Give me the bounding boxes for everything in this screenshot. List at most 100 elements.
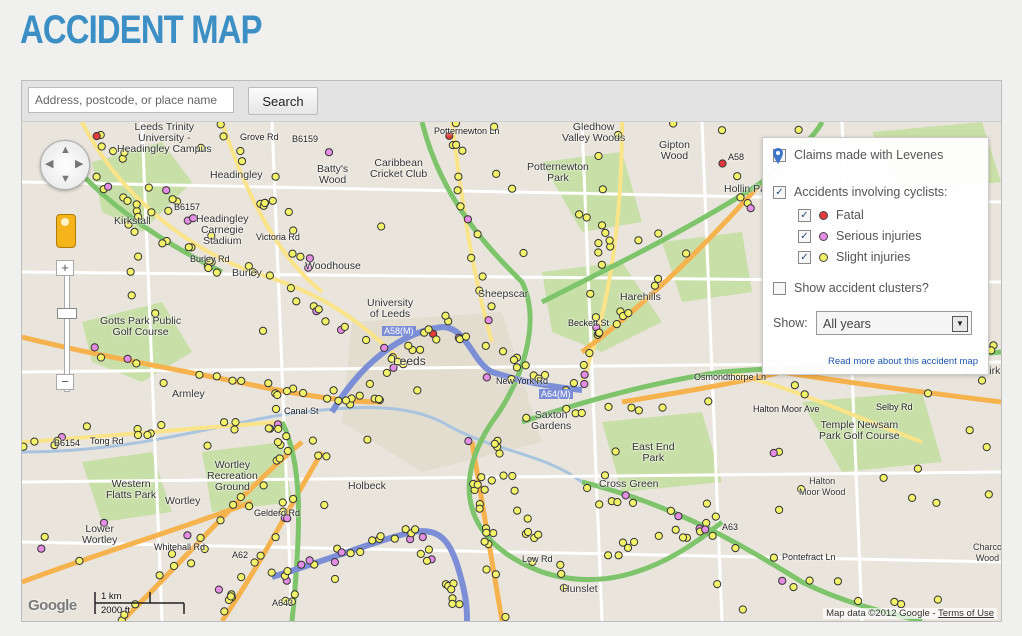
accident-marker[interactable] — [733, 172, 742, 181]
accident-marker[interactable] — [304, 263, 313, 272]
accident-marker[interactable] — [377, 222, 386, 231]
accident-marker[interactable] — [923, 389, 933, 398]
accident-marker[interactable] — [212, 268, 221, 277]
accident-marker[interactable] — [130, 227, 139, 237]
accident-marker[interactable] — [416, 549, 425, 558]
accident-marker[interactable] — [144, 183, 153, 192]
accident-marker[interactable] — [196, 533, 205, 542]
accident-marker[interactable] — [341, 396, 351, 405]
accident-marker[interactable] — [207, 231, 216, 240]
accident-marker[interactable] — [126, 267, 135, 276]
accident-marker[interactable] — [363, 435, 372, 444]
accident-marker[interactable] — [305, 556, 314, 565]
accident-marker[interactable] — [268, 196, 277, 205]
accident-marker[interactable] — [611, 447, 620, 456]
pan-up-icon[interactable]: ▲ — [60, 145, 71, 156]
accident-marker[interactable] — [158, 239, 167, 248]
accident-marker[interactable] — [701, 525, 710, 534]
accident-marker[interactable] — [448, 599, 457, 608]
accident-marker[interactable] — [330, 558, 339, 567]
zoom-slider-thumb[interactable] — [57, 308, 77, 319]
accident-marker[interactable] — [271, 404, 281, 414]
accident-marker[interactable] — [256, 551, 265, 560]
accident-marker[interactable] — [245, 502, 254, 511]
accident-marker[interactable] — [491, 570, 500, 579]
accident-marker[interactable] — [132, 359, 141, 368]
accident-marker[interactable] — [264, 379, 273, 388]
accident-marker[interactable] — [897, 600, 906, 609]
accident-marker[interactable] — [96, 353, 106, 362]
zoom-in-button[interactable]: + — [56, 260, 74, 276]
accident-marker[interactable] — [422, 556, 432, 565]
accident-marker[interactable] — [797, 485, 806, 494]
accident-marker[interactable] — [674, 512, 683, 521]
accident-marker[interactable] — [913, 464, 923, 473]
accident-marker[interactable] — [196, 143, 205, 152]
accident-marker[interactable] — [508, 184, 517, 193]
accident-marker[interactable] — [164, 206, 173, 216]
accident-marker[interactable] — [671, 525, 680, 534]
accident-marker[interactable] — [329, 386, 338, 395]
accident-marker[interactable] — [480, 537, 489, 546]
accident-marker[interactable] — [512, 363, 521, 372]
accident-marker[interactable] — [490, 439, 499, 448]
accident-marker[interactable] — [214, 585, 223, 594]
accident-marker[interactable] — [413, 386, 422, 395]
accident-marker[interactable] — [297, 560, 306, 569]
accident-marker[interactable] — [630, 537, 639, 547]
google-logo[interactable]: Google — [28, 597, 77, 614]
accident-marker[interactable] — [323, 394, 332, 403]
accident-marker[interactable] — [40, 532, 49, 541]
accident-marker[interactable] — [833, 577, 843, 586]
accident-marker[interactable] — [977, 376, 987, 385]
accident-marker[interactable] — [337, 548, 346, 557]
accident-marker[interactable] — [424, 325, 433, 334]
accident-marker[interactable] — [585, 349, 594, 358]
accident-marker[interactable] — [463, 215, 472, 224]
accident-marker[interactable] — [461, 332, 471, 341]
accident-marker[interactable] — [340, 322, 349, 331]
accident-marker[interactable] — [654, 531, 663, 540]
accident-marker[interactable] — [187, 559, 196, 568]
accident-marker[interactable] — [455, 600, 464, 609]
accident-marker[interactable] — [228, 376, 237, 385]
accident-marker[interactable] — [75, 556, 84, 565]
accident-marker[interactable] — [308, 436, 317, 445]
accident-marker[interactable] — [365, 379, 374, 388]
accident-marker[interactable] — [984, 490, 993, 499]
read-more-link[interactable]: Read more about this accident map — [828, 356, 978, 367]
accident-marker[interactable] — [473, 480, 482, 489]
accident-marker[interactable] — [521, 361, 530, 370]
accident-marker[interactable] — [522, 413, 531, 422]
accident-marker[interactable] — [99, 518, 109, 527]
accident-marker[interactable] — [597, 260, 607, 269]
accident-marker[interactable] — [288, 249, 297, 258]
accident-marker[interactable] — [746, 204, 755, 213]
accident-marker[interactable] — [134, 252, 143, 261]
accident-marker[interactable] — [487, 476, 496, 485]
accident-marker[interactable] — [453, 186, 462, 195]
accident-marker[interactable] — [769, 553, 779, 562]
accident-marker[interactable] — [456, 202, 465, 211]
accident-marker[interactable] — [890, 597, 899, 606]
legend-slight-row[interactable]: ✓ Slight injuries — [798, 250, 910, 264]
accident-marker[interactable] — [618, 538, 628, 547]
accident-marker[interactable] — [562, 404, 571, 413]
accident-marker[interactable] — [736, 193, 745, 202]
pan-right-icon[interactable]: ▶ — [75, 159, 83, 170]
accident-marker[interactable] — [778, 576, 787, 585]
accident-marker[interactable] — [475, 286, 484, 295]
accident-marker[interactable] — [284, 207, 293, 217]
fatal-checkbox[interactable]: ✓ — [798, 208, 811, 222]
accident-marker[interactable] — [283, 567, 292, 576]
accident-marker[interactable] — [258, 326, 268, 335]
accident-marker[interactable] — [104, 182, 113, 191]
accident-marker[interactable] — [441, 311, 450, 320]
accident-marker[interactable] — [634, 406, 644, 415]
accident-marker[interactable] — [713, 580, 722, 589]
accident-marker[interactable] — [594, 239, 603, 248]
zoom-out-button[interactable]: − — [56, 374, 74, 390]
accident-marker[interactable] — [600, 471, 610, 480]
accident-marker[interactable] — [594, 151, 603, 161]
accident-marker[interactable] — [283, 446, 292, 456]
